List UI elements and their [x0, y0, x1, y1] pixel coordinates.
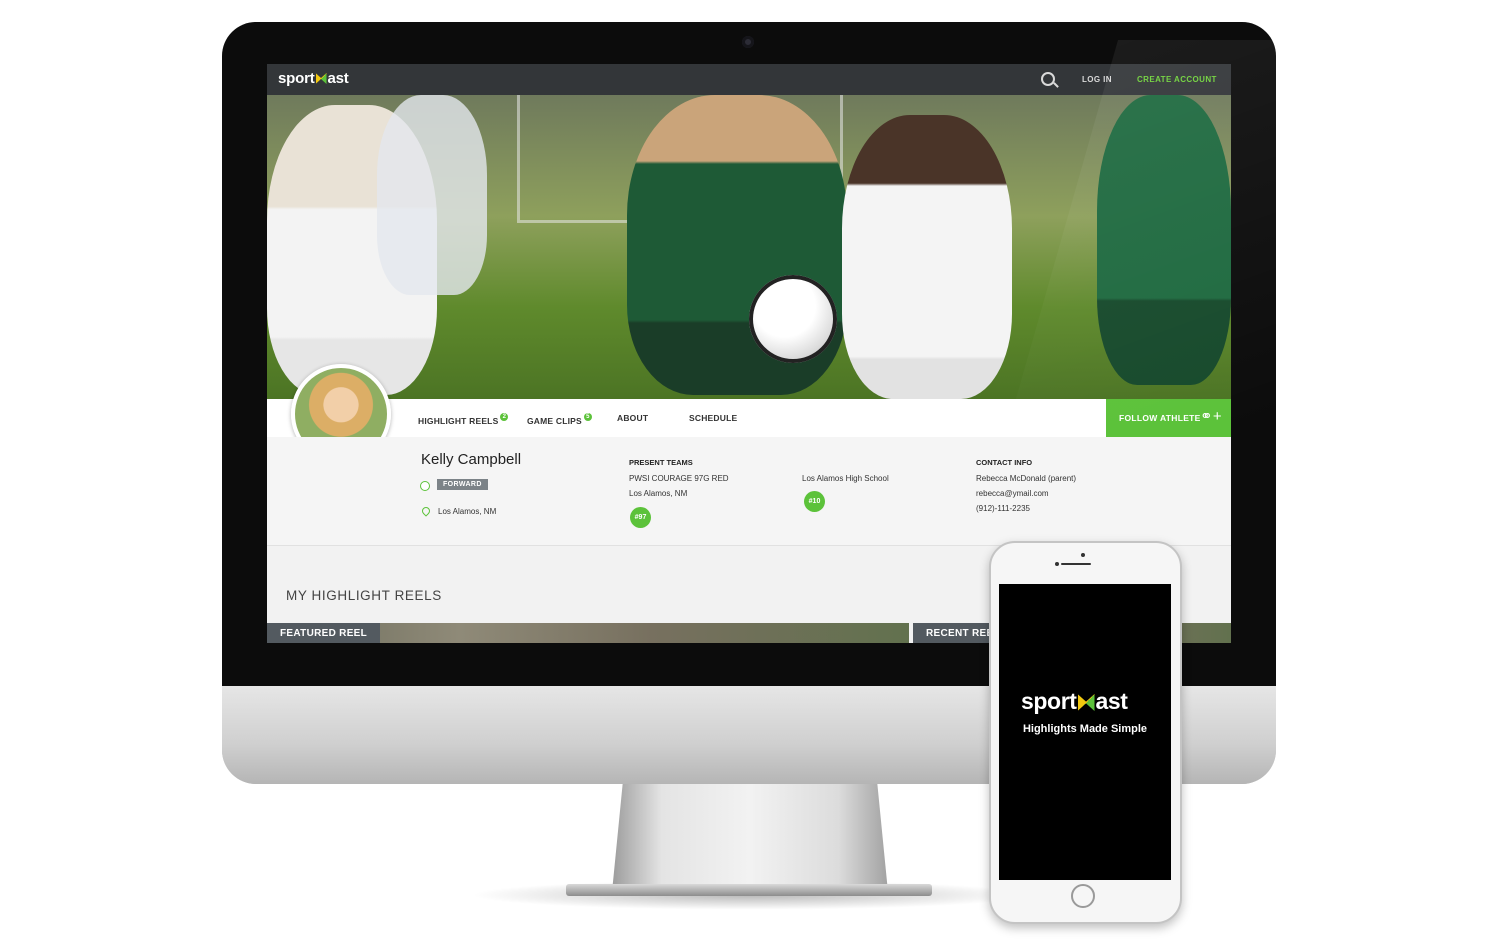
team-2-name: Los Alamos High School [802, 474, 889, 483]
soccer-ball [749, 275, 837, 363]
phone-logo-mark-icon [1077, 694, 1095, 711]
profile-tab-bar: HIGHLIGHT REELS 2 GAME CLIPS 5 ABOUT SCHED… [267, 399, 1231, 437]
add-person-icon: ⚭+ [1200, 408, 1222, 425]
team-2-jersey-number: #10 [804, 491, 825, 512]
team-1-location: Los Alamos, NM [629, 489, 688, 498]
earpiece-speaker [1061, 563, 1091, 565]
contact-name: Rebecca McDonald (parent) [976, 474, 1077, 483]
location-pin-icon [420, 505, 432, 517]
top-navigation: sport ast LOG IN CREATE ACCOUNT [267, 64, 1231, 95]
tab-highlight-reels[interactable]: HIGHLIGHT REELS 2 [418, 413, 509, 426]
follow-athlete-label: FOLLOW ATHLETE [1119, 413, 1201, 423]
player-white-right [842, 115, 1012, 399]
team-1-jersey-number: #97 [630, 507, 651, 528]
tab-about[interactable]: ABOUT [617, 413, 648, 423]
tab-game-clips[interactable]: GAME CLIPS 5 [527, 413, 592, 426]
player-white-back [377, 95, 487, 295]
game-clips-count-badge: 5 [583, 413, 592, 421]
webcam-icon [742, 36, 754, 48]
present-teams-heading: PRESENT TEAMS [629, 458, 693, 467]
monitor-base [566, 884, 932, 896]
home-button[interactable] [1071, 884, 1095, 908]
create-account-link[interactable]: CREATE ACCOUNT [1137, 75, 1217, 84]
search-icon[interactable] [1041, 72, 1055, 86]
login-link[interactable]: LOG IN [1082, 75, 1112, 84]
cover-photo [267, 95, 1231, 399]
monitor-stand [612, 780, 888, 892]
athlete-info-panel: Kelly Campbell FORWARD Los Alamos, NM PR… [267, 437, 1231, 546]
team-1-name: PWSI COURAGE 97G RED [629, 474, 729, 483]
contact-phone[interactable]: (912)-111-2235 [976, 504, 1030, 513]
featured-reel-card[interactable]: FEATURED REEL [267, 623, 909, 643]
position-badge: FORWARD [437, 479, 488, 490]
highlight-reels-heading: MY HIGHLIGHT REELS [286, 588, 442, 603]
smartphone: sport ast Highlights Made Simple [989, 541, 1182, 924]
sensor-dot [1055, 562, 1059, 566]
athlete-location: Los Alamos, NM [438, 507, 497, 516]
phone-sportskast-logo: sport ast [1021, 688, 1128, 714]
tab-schedule[interactable]: SCHEDULE [689, 413, 737, 423]
follow-athlete-button[interactable]: FOLLOW ATHLETE ⚭+ [1106, 399, 1231, 437]
highlight-reels-count-badge: 2 [500, 413, 509, 421]
phone-tagline: Highlights Made Simple [1022, 723, 1148, 735]
contact-email[interactable]: rebecca@ymail.com [976, 489, 1049, 498]
front-camera-icon [1081, 553, 1085, 557]
soccer-ball-icon [420, 481, 430, 491]
player-green-right [1097, 95, 1231, 385]
logo-mark-icon [315, 73, 327, 84]
featured-reel-label: FEATURED REEL [267, 623, 381, 643]
contact-info-heading: CONTACT INFO [976, 458, 1033, 467]
phone-splash-screen: sport ast Highlights Made Simple [999, 584, 1171, 880]
athlete-name: Kelly Campbell [421, 451, 522, 468]
sportskast-logo[interactable]: sport ast [278, 70, 349, 87]
